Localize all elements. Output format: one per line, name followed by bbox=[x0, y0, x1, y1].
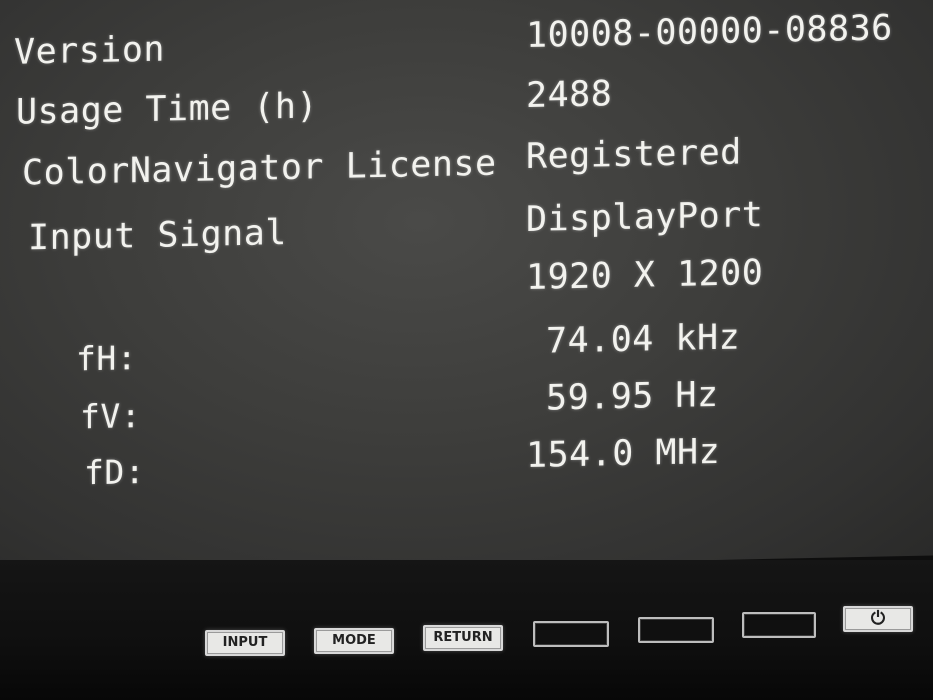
colornavigator-license-label: ColorNavigator License bbox=[22, 143, 497, 194]
blank-button-3[interactable] bbox=[742, 612, 816, 638]
usage-time-label: Usage Time (h) bbox=[16, 86, 319, 133]
blank-button-2[interactable] bbox=[638, 617, 714, 643]
input-signal-value: DisplayPort bbox=[526, 195, 764, 240]
fd-value: 154.0 MHz bbox=[526, 431, 721, 476]
input-signal-label: Input Signal bbox=[28, 212, 287, 259]
mode-button[interactable]: MODE bbox=[314, 628, 394, 654]
fh-value: 74.04 kHz bbox=[546, 317, 741, 362]
usage-time-value: 2488 bbox=[526, 74, 613, 116]
osd-information-screen: Version 10008-00000-08836 Usage Time (h)… bbox=[0, 0, 933, 576]
fv-label: fV: bbox=[80, 396, 142, 437]
power-button[interactable]: ⏻ bbox=[843, 606, 913, 632]
fd-label: fD: bbox=[84, 451, 146, 493]
return-button[interactable]: RETURN bbox=[423, 625, 503, 651]
input-button[interactable]: INPUT bbox=[205, 630, 285, 656]
version-value: 10008-00000-08836 bbox=[526, 8, 893, 56]
colornavigator-license-value: Registered bbox=[526, 132, 742, 177]
version-label: Version bbox=[14, 29, 166, 73]
fv-value: 59.95 Hz bbox=[546, 374, 719, 419]
power-icon: ⏻ bbox=[870, 608, 886, 629]
blank-button-1[interactable] bbox=[533, 621, 609, 647]
fh-label: fH: bbox=[76, 338, 138, 379]
resolution-value: 1920 X 1200 bbox=[526, 253, 764, 298]
